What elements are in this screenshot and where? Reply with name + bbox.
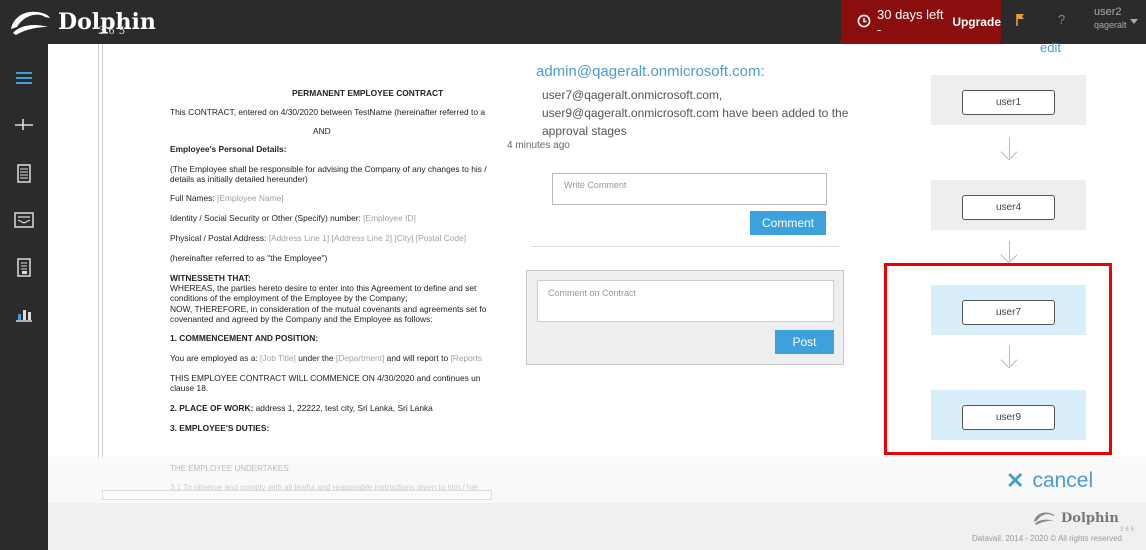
document-line: covenanted and agreed by the Company and… xyxy=(170,314,433,324)
highlight-box xyxy=(884,263,1112,455)
sidebar xyxy=(0,44,48,550)
document-text: address 1, 22222, test city, Sri Lanka, … xyxy=(255,403,433,413)
document-text: and will report to xyxy=(386,353,449,363)
document-line: Identity / Social Security or Other (Spe… xyxy=(170,213,416,224)
dolphin-logo-icon xyxy=(11,11,50,35)
inbox-icon[interactable] xyxy=(12,208,36,232)
contract-comment-input[interactable]: Comment on Contract xyxy=(537,280,834,322)
contract-icon[interactable] xyxy=(12,256,36,280)
document-line: 2. PLACE OF WORK: address 1, 22222, test… xyxy=(170,403,433,414)
stage-user-pill[interactable]: user4 xyxy=(962,195,1055,220)
reports-icon[interactable] xyxy=(12,302,36,326)
document-preview[interactable]: PERMANENT EMPLOYEE CONTRACT This CONTRAC… xyxy=(48,44,501,464)
user-menu[interactable]: user2 qageralt xyxy=(1094,6,1127,32)
approval-stage: user4 xyxy=(931,180,1086,230)
brand-sub: 365 xyxy=(98,26,130,37)
document-line: clause 18. xyxy=(170,383,209,393)
document-line: NOW, THEREFORE, in consideration of the … xyxy=(170,304,487,314)
section-heading: WITNESSETH THAT: xyxy=(170,273,251,283)
document-line: THIS EMPLOYEE CONTRACT WILL COMMENCE ON … xyxy=(170,373,481,383)
logo[interactable]: Dolphin xyxy=(8,5,156,39)
document-line: This CONTRACT, entered on 4/30/2020 betw… xyxy=(170,107,485,117)
activity-timestamp: 4 minutes ago xyxy=(507,140,570,151)
user-name: user2 xyxy=(1094,6,1122,18)
activity-author: admin@qageralt.onmicrosoft.com: xyxy=(536,63,765,80)
documents-icon[interactable] xyxy=(12,162,36,186)
document-line: WHEREAS, the parties hereto desire to en… xyxy=(170,283,477,293)
footer-brand-sub: 365 xyxy=(1120,527,1137,533)
copyright-text: Datavail. 2014 - 2020 © All rights reser… xyxy=(972,534,1122,543)
cancel-button[interactable]: ✕ cancel xyxy=(1006,468,1093,494)
placeholder-field[interactable]: [Job Title] xyxy=(260,353,296,363)
flag-icon[interactable] xyxy=(1016,13,1026,30)
user-org: qageralt xyxy=(1094,20,1127,30)
close-icon: ✕ xyxy=(1006,468,1025,493)
activity-message: user7@qageralt.onmicrosoft.com, user9@qa… xyxy=(542,88,849,138)
post-button[interactable]: Post xyxy=(775,330,834,354)
activity-panel: admin@qageralt.onmicrosoft.com: user7@qa… xyxy=(501,44,860,464)
document-line: Full Names: [Employee Name] xyxy=(170,193,284,204)
document-line: (The Employee shall be responsible for a… xyxy=(170,164,487,174)
section-heading: 3. EMPLOYEE'S DUTIES: xyxy=(170,423,270,433)
footer-brand: Dolphin xyxy=(1061,510,1119,526)
edit-link[interactable]: edit xyxy=(1040,40,1061,55)
placeholder-field[interactable]: [Employee Name] xyxy=(217,193,284,203)
placeholder-field[interactable]: [Department] xyxy=(336,353,384,363)
placeholder-field[interactable]: [Reports xyxy=(450,353,482,363)
footer-logo: Dolphin xyxy=(1031,510,1119,526)
document-line: AND xyxy=(313,126,331,136)
document-title: PERMANENT EMPLOYEE CONTRACT xyxy=(292,88,444,98)
faded-document-line: THE EMPLOYEE UNDERTAKES: xyxy=(170,464,291,473)
top-bar: Dolphin 365 30 days left - Upgrade ? use… xyxy=(0,0,1146,44)
cancel-label: cancel xyxy=(1032,469,1094,492)
document-text: You are employed as a: xyxy=(170,353,258,363)
trial-banner[interactable]: 30 days left - Upgrade xyxy=(841,0,1001,44)
menu-icon[interactable] xyxy=(12,66,36,90)
comment-input[interactable]: Write Comment xyxy=(552,173,827,205)
section-heading: 2. PLACE OF WORK: xyxy=(170,403,254,413)
field-label: Physical / Postal Address: xyxy=(170,233,267,243)
trial-text: 30 days left - xyxy=(877,7,944,37)
clock-icon xyxy=(857,14,871,31)
section-heading: Employee's Personal Details: xyxy=(170,144,287,154)
help-icon[interactable]: ? xyxy=(1058,12,1065,27)
document-line: details as initially detailed hereunder) xyxy=(170,174,308,184)
stage-user-pill[interactable]: user1 xyxy=(962,90,1055,115)
document-text: under the xyxy=(298,353,334,363)
dolphin-logo-icon xyxy=(1033,512,1055,525)
page-border-line xyxy=(98,44,99,464)
placeholder-field[interactable]: [Employee ID] xyxy=(363,213,416,223)
page-border-line xyxy=(102,44,103,464)
approval-stage: user1 xyxy=(931,75,1086,125)
field-label: Identity / Social Security or Other (Spe… xyxy=(170,213,361,223)
document-line: You are employed as a: [Job Title] under… xyxy=(170,353,482,364)
contract-comment-card: Comment on Contract Post xyxy=(526,270,844,365)
signature-icon[interactable] xyxy=(12,112,36,136)
comment-button[interactable]: Comment xyxy=(750,211,826,235)
document-line: (hereinafter referred to as "the Employe… xyxy=(170,253,328,263)
field-label: Full Names: xyxy=(170,193,215,203)
document-line: Physical / Postal Address: [Address Line… xyxy=(170,233,466,244)
document-line: conditions of the employment of the Empl… xyxy=(170,293,408,303)
section-heading: 1. COMMENCEMENT AND POSITION: xyxy=(170,333,319,343)
placeholder-field[interactable]: [Address Line 1] [Address Line 2] [City]… xyxy=(269,233,466,243)
upgrade-link[interactable]: Upgrade xyxy=(952,15,1001,29)
divider xyxy=(531,246,839,247)
horizontal-scrollbar[interactable] xyxy=(102,490,492,500)
chevron-down-icon[interactable] xyxy=(1130,19,1138,24)
